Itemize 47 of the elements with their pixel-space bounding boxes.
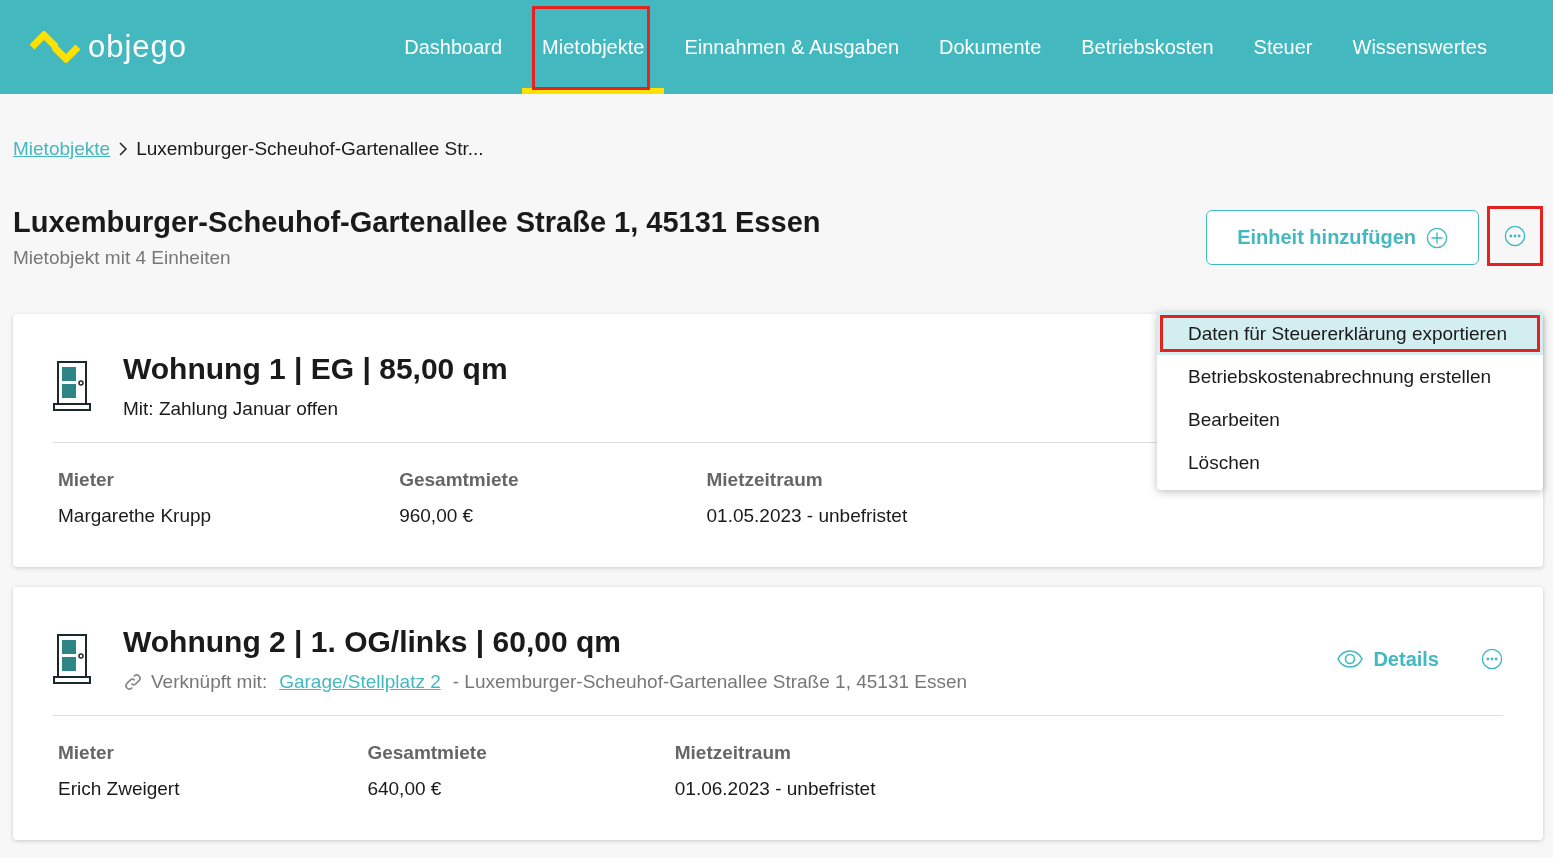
field-value: Margarethe Krupp bbox=[58, 505, 212, 527]
more-options-icon bbox=[1481, 648, 1503, 670]
breadcrumb-current: Luxemburger-Scheuhof-Gartenallee Str... bbox=[136, 138, 484, 160]
linked-address: - Luxemburger-Scheuhof-Gartenallee Straße 1, 45131 Essen bbox=[452, 671, 968, 693]
nav-tab[interactable]: Wissenswertes bbox=[1332, 0, 1507, 94]
field-value: 01.06.2023 - unbefristet bbox=[674, 778, 876, 800]
nav-tab[interactable]: Dokumente bbox=[919, 0, 1062, 94]
page-title: Luxemburger-Scheuhof-Gartenallee Straße 1, 45131 Essen bbox=[13, 206, 822, 239]
nav-tab[interactable]: Mietobjekte bbox=[522, 0, 665, 94]
link-icon bbox=[123, 672, 143, 692]
unit-note: Mit: Zahlung Januar offen bbox=[123, 398, 339, 420]
chevron-right-icon bbox=[118, 142, 129, 156]
nav-tab[interactable]: Betriebskosten bbox=[1061, 0, 1234, 94]
logo-icon bbox=[30, 31, 80, 63]
field-label: Gesamtmiete bbox=[399, 469, 519, 491]
door-icon bbox=[53, 633, 91, 685]
field-label: Mieter bbox=[58, 469, 115, 491]
field-label: Mietzeitraum bbox=[674, 742, 792, 764]
field-value: Erich Zweigert bbox=[58, 778, 180, 800]
field-value: 960,00 € bbox=[399, 505, 475, 527]
linked-label: Verknüpft mit: bbox=[151, 671, 268, 693]
menu-item[interactable]: Daten für Steuererklärung exportieren bbox=[1157, 312, 1543, 355]
more-options-icon bbox=[1504, 225, 1526, 247]
nav-tab[interactable]: Steuer bbox=[1233, 0, 1333, 94]
menu-item[interactable]: Löschen bbox=[1157, 441, 1543, 484]
door-icon bbox=[53, 360, 91, 412]
field-value: 01.05.2023 - unbefristet bbox=[706, 505, 908, 527]
field-label: Gesamtmiete bbox=[367, 742, 487, 764]
menu-item[interactable]: Betriebskostenabrechnung erstellen bbox=[1157, 355, 1543, 398]
field-label: Mietzeitraum bbox=[706, 469, 824, 491]
nav-tab[interactable]: Dashboard bbox=[384, 0, 523, 94]
unit-title: Wohnung 2 | 1. OG/links | 60,00 qm bbox=[123, 625, 621, 659]
field-value: 640,00 € bbox=[367, 778, 443, 800]
field-label: Mieter bbox=[58, 742, 115, 764]
nav-tab[interactable]: Einnahmen & Ausgaben bbox=[664, 0, 919, 94]
unit-title: Wohnung 1 | EG | 85,00 qm bbox=[123, 352, 508, 386]
more-button[interactable] bbox=[1487, 206, 1543, 266]
plus-circle-icon bbox=[1426, 226, 1448, 249]
details-button[interactable]: Details bbox=[1331, 646, 1445, 672]
breadcrumb-link[interactable]: Mietobjekte bbox=[13, 138, 111, 160]
eye-icon bbox=[1337, 650, 1364, 668]
page-subtitle: Mietobjekt mit 4 Einheiten bbox=[13, 247, 232, 269]
add-unit-button[interactable]: Einheit hinzufügen bbox=[1206, 210, 1479, 265]
linked-unit-link[interactable]: Garage/Stellplatz 2 bbox=[279, 671, 441, 693]
logo-text: objego bbox=[88, 29, 188, 65]
more-button[interactable] bbox=[1481, 648, 1503, 670]
menu-item[interactable]: Bearbeiten bbox=[1157, 398, 1543, 441]
